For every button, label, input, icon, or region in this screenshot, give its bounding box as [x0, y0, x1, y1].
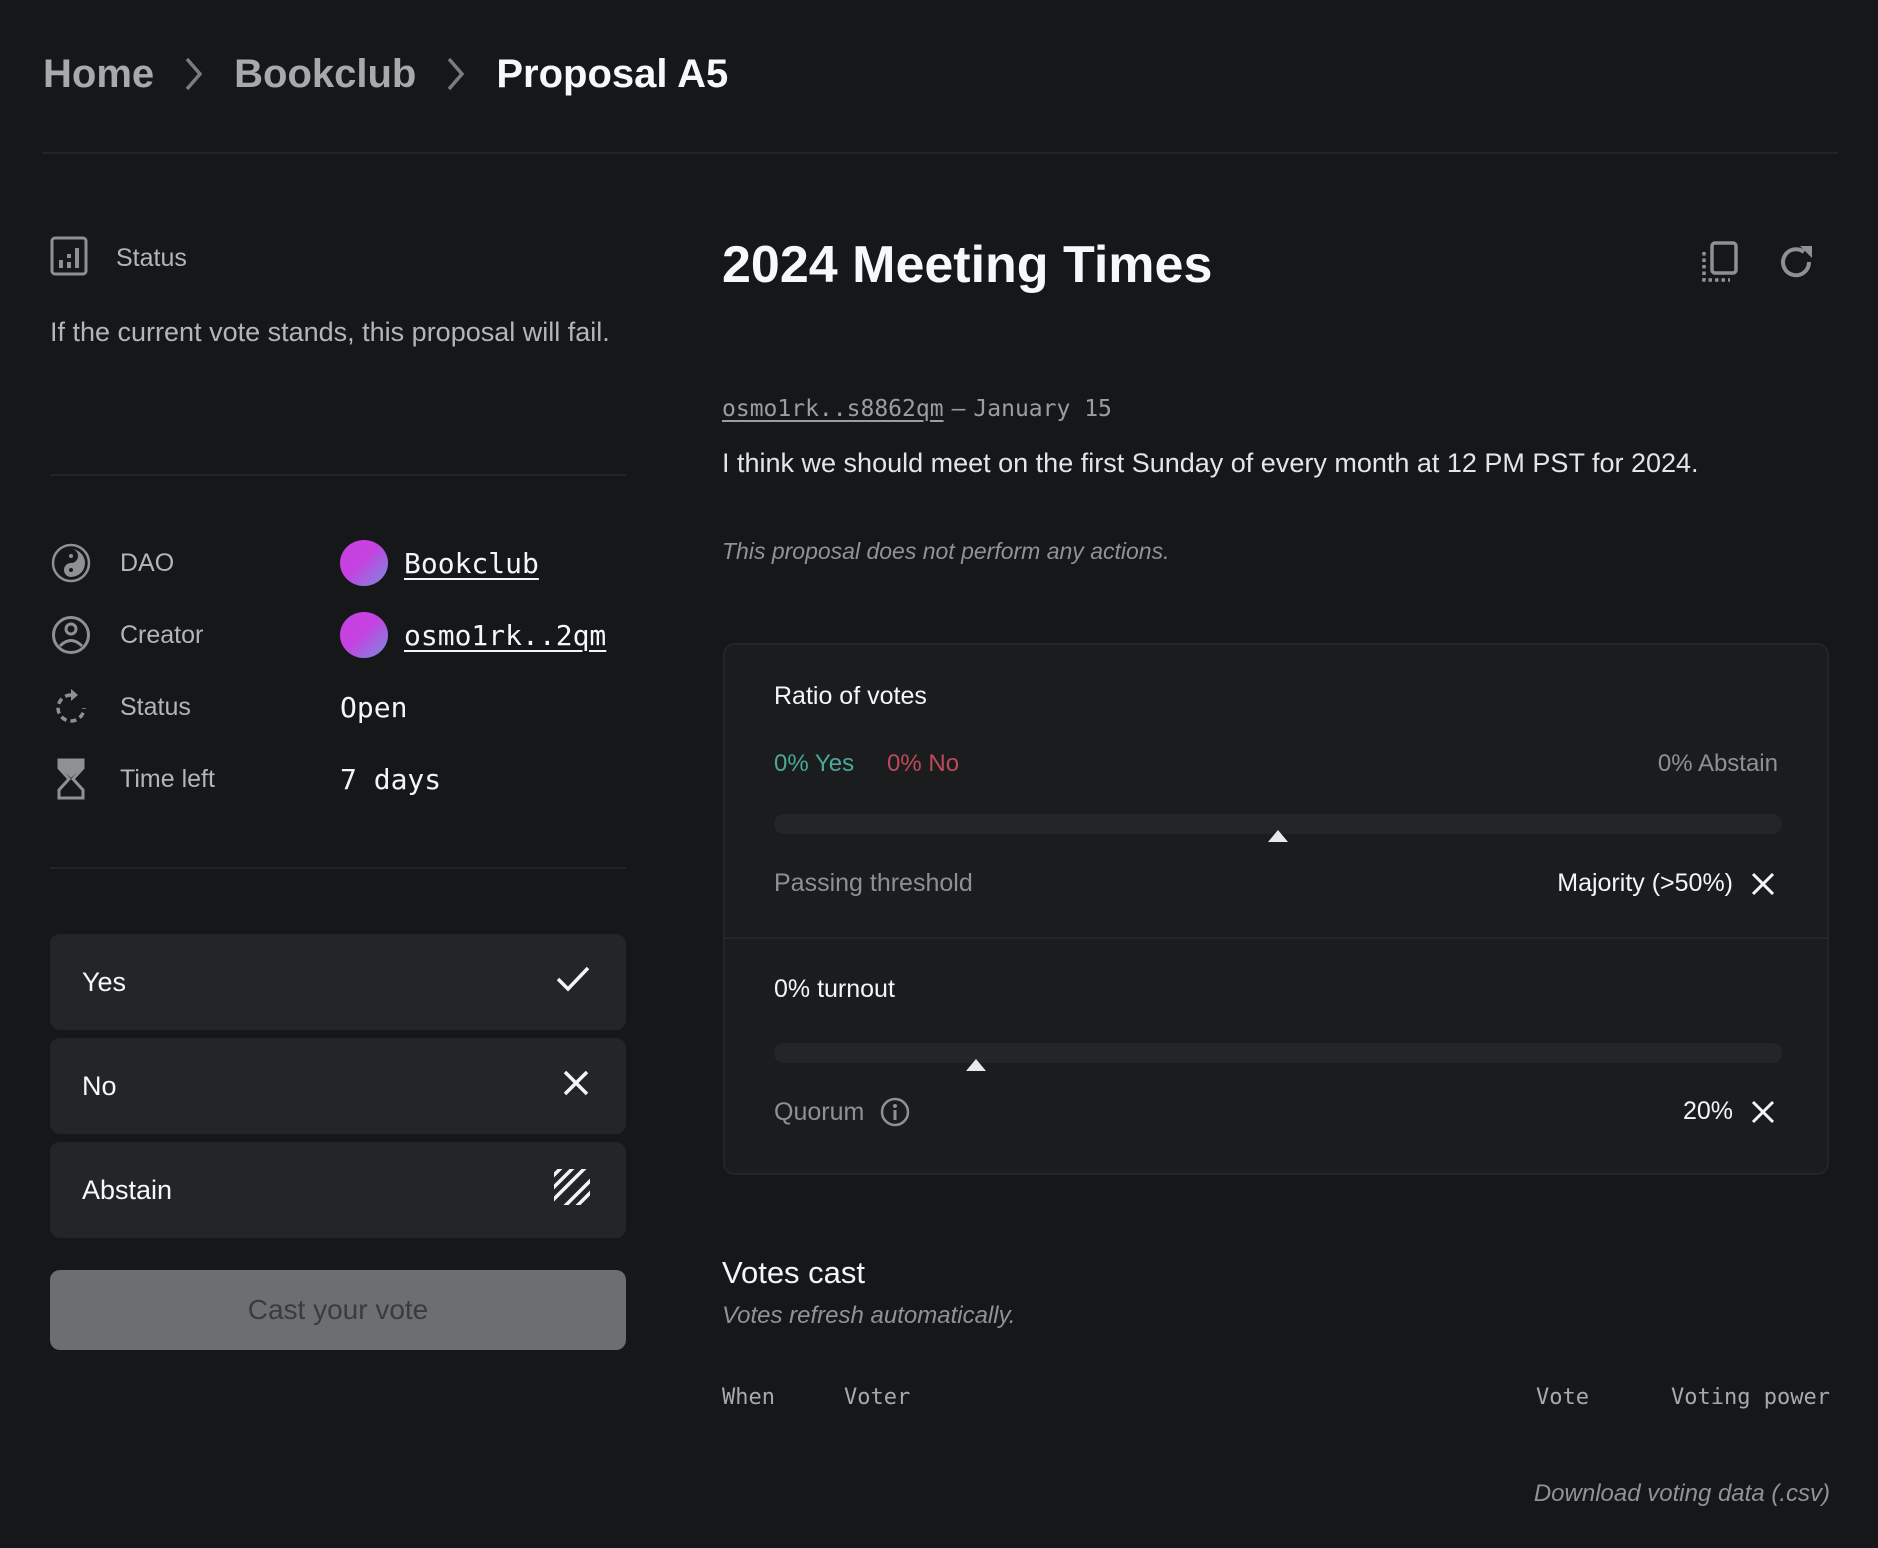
info-value: osmo1rk..2qm [340, 612, 606, 658]
user-circle-icon [50, 614, 92, 656]
vote-options: Yes No Abstain [50, 934, 626, 1238]
refresh-icon[interactable] [1776, 240, 1816, 284]
status-heading-label: Status [116, 243, 187, 272]
quorum-value: 20% [1682, 1097, 1733, 1125]
quorum-label: Quorum [774, 1097, 865, 1126]
status-value: Open [340, 690, 408, 724]
info-label: Time left [120, 764, 215, 793]
threshold-marker [1268, 830, 1288, 842]
divider [50, 867, 626, 869]
ratio-title: Ratio of votes [774, 682, 927, 710]
x-icon [562, 1069, 590, 1104]
info-row-status: Status Open [50, 682, 626, 732]
yes-percentage: 0% Yes [774, 750, 855, 777]
info-row-dao: DAO Bookclub [50, 538, 626, 588]
threshold-value: Majority (>50%) [1557, 869, 1733, 897]
info-row-creator: Creator osmo1rk..2qm [50, 610, 626, 660]
info-row-time-left: Time left 7 days [50, 754, 626, 804]
hatched-icon [554, 1168, 590, 1212]
column-header-when: When [722, 1385, 775, 1410]
chevron-right-icon [436, 54, 476, 94]
creator-avatar [340, 612, 388, 658]
check-icon [556, 965, 590, 1000]
cast-vote-button[interactable]: Cast your vote [50, 1270, 626, 1350]
info-label: Creator [120, 620, 204, 649]
turnout-bar [774, 1043, 1782, 1063]
votes-subtitle: Votes refresh automatically. [722, 1302, 1016, 1329]
meta-separator: – [951, 396, 966, 422]
breadcrumb-dao[interactable]: Bookclub [234, 52, 416, 97]
copy-icon[interactable] [1700, 240, 1740, 284]
divider [50, 474, 626, 476]
votes-title: Votes cast [722, 1255, 866, 1290]
vote-results-card: Ratio of votes 0% Yes 0% No 0% Abstain P… [723, 643, 1829, 1175]
time-left-value: 7 days [340, 762, 442, 796]
x-icon [1751, 1100, 1775, 1124]
status-heading: Status [50, 236, 626, 280]
dao-link[interactable]: Bookclub [404, 547, 539, 580]
vote-option-label: Yes [82, 966, 127, 997]
quorum-marker [965, 1059, 986, 1071]
no-percentage: 0% No [887, 750, 960, 777]
title-actions [1700, 240, 1816, 284]
column-header-vote: Vote [1536, 1385, 1589, 1410]
ratio-section: Ratio of votes 0% Yes 0% No 0% Abstain P… [725, 645, 1827, 937]
vote-option-yes[interactable]: Yes [50, 934, 626, 1030]
threshold-label: Passing threshold [774, 869, 973, 897]
x-icon [1751, 872, 1775, 896]
info-label: DAO [120, 548, 175, 577]
turnout-title: 0% turnout [774, 975, 895, 1003]
breadcrumb-home[interactable]: Home [43, 52, 154, 97]
refresh-dashed-icon [50, 686, 92, 728]
breadcrumb-current: Proposal A5 [496, 51, 729, 96]
column-header-voter: Voter [844, 1385, 911, 1410]
abstain-percentage: 0% Abstain [1657, 750, 1778, 777]
chevron-right-icon [174, 54, 214, 94]
info-value: Bookclub [340, 540, 539, 586]
author-link[interactable]: osmo1rk..s8862qm [722, 396, 944, 422]
creator-link[interactable]: osmo1rk..2qm [404, 619, 606, 652]
actions-note: This proposal does not perform any actio… [722, 538, 1170, 564]
threshold-value-group: Majority (>50%) [1557, 869, 1775, 898]
dao-avatar [340, 540, 388, 586]
info-list: DAO Bookclub Creator osmo1rk..2qm Status… [50, 538, 626, 804]
turnout-section: 0% turnout Quorum 20% [725, 939, 1827, 1175]
proposal-description: I think we should meet on the first Sund… [722, 448, 1699, 478]
quorum-value-group: 20% [1683, 1097, 1775, 1126]
info-icon[interactable] [880, 1097, 910, 1127]
proposal-date: January 15 [973, 396, 1112, 422]
header-divider [43, 152, 1838, 154]
bar-chart-icon [50, 236, 88, 281]
info-label: Status [120, 692, 191, 721]
breadcrumb: Home Bookclub Proposal A5 [43, 46, 728, 102]
column-header-voting-power: Voting power [1671, 1385, 1830, 1410]
quorum-label-group: Quorum [774, 1097, 910, 1127]
download-csv-link[interactable]: Download voting data (.csv) [1534, 1480, 1830, 1508]
vote-option-label: Abstain [82, 1174, 173, 1205]
vote-option-label: No [82, 1070, 117, 1101]
proposal-title: 2024 Meeting Times [722, 236, 1213, 294]
yin-yang-icon [50, 542, 92, 584]
vote-option-abstain[interactable]: Abstain [50, 1142, 626, 1238]
vote-option-no[interactable]: No [50, 1038, 626, 1134]
hourglass-icon [50, 758, 92, 800]
proposal-meta: osmo1rk..s8862qm – January 15 [722, 396, 1112, 422]
status-text: If the current vote stands, this proposa… [50, 317, 610, 347]
